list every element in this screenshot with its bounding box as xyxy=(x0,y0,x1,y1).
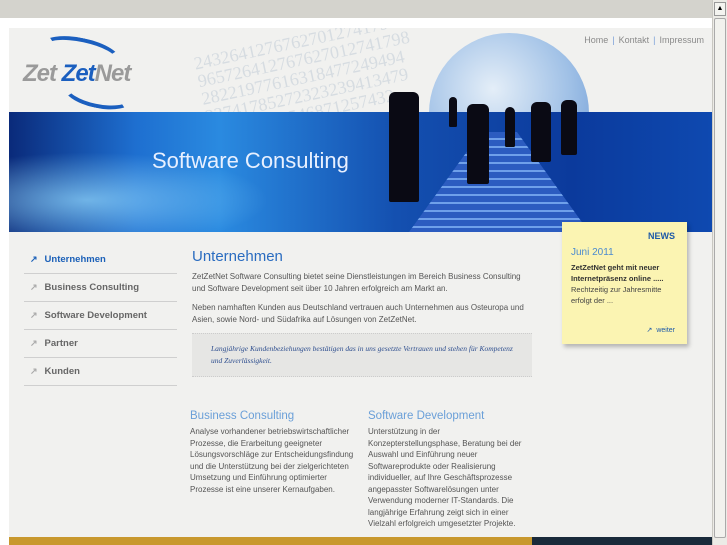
scroll-thumb[interactable] xyxy=(714,18,726,538)
person-silhouette xyxy=(505,107,515,147)
section-title[interactable]: Business Consulting xyxy=(190,410,360,422)
person-silhouette xyxy=(561,100,577,155)
page-title: Unternehmen xyxy=(192,248,283,265)
logo[interactable]: Zet ZetNet xyxy=(23,30,153,115)
quote-box: Langjährige Kundenbeziehungen bestätigen… xyxy=(192,333,532,377)
browser-toolbar xyxy=(0,0,727,18)
arrow-icon: ↗ xyxy=(30,338,38,348)
nav-home-link[interactable]: Home xyxy=(584,35,608,45)
news-headline: ZetZetNet geht mit neuer Internetpräsenz… xyxy=(571,263,664,283)
arrow-icon: ↗ xyxy=(30,310,38,320)
logo-text: Zet ZetNet xyxy=(23,60,131,87)
side-nav: ↗ Unternehmen ↗ Business Consulting ↗ Softw… xyxy=(24,246,177,386)
software-development-section: Software Development Unterstützung in de… xyxy=(368,410,528,530)
page: 2432641276762701274179821 96572641276762… xyxy=(9,28,712,545)
business-consulting-section: Business Consulting Analyse vorhandener … xyxy=(190,410,360,495)
arrow-icon: ↗ xyxy=(30,366,38,376)
footer-bar xyxy=(9,537,712,545)
person-silhouette xyxy=(531,102,551,162)
news-note: NEWS Juni 2011 ZetZetNet geht mit neuer … xyxy=(562,222,687,344)
news-tag: NEWS xyxy=(648,231,675,241)
person-silhouette xyxy=(449,97,457,127)
sidebar-item-partner[interactable]: ↗ Partner xyxy=(24,330,177,358)
top-nav: Home | Kontakt | Impressum xyxy=(584,35,704,45)
nav-kontakt-link[interactable]: Kontakt xyxy=(619,35,650,45)
intro-paragraph: ZetZetNet Software Consulting bietet sei… xyxy=(192,272,521,293)
sidebar-item-software-development[interactable]: ↗ Software Development xyxy=(24,302,177,330)
customers-paragraph: Neben namhaften Kunden aus Deutschland v… xyxy=(192,303,524,324)
banner: Software Consulting xyxy=(9,92,712,232)
arrow-icon: ↗ xyxy=(30,282,38,292)
sidebar-item-unternehmen[interactable]: ↗ Unternehmen xyxy=(24,246,177,274)
section-text: Analyse vorhandener betriebswirtschaftli… xyxy=(190,427,354,494)
main-content: Unternehmen ZetZetNet Software Consultin… xyxy=(192,248,532,377)
banner-tagline: Software Consulting xyxy=(152,148,349,173)
arrow-icon: ↗ xyxy=(646,327,653,334)
section-title[interactable]: Software Development xyxy=(368,410,528,422)
header: 2432641276762701274179821 96572641276762… xyxy=(9,28,712,232)
arrow-icon: ↗ xyxy=(30,254,38,264)
sidebar-item-business-consulting[interactable]: ↗ Business Consulting xyxy=(24,274,177,302)
news-date: Juni 2011 xyxy=(571,247,614,258)
news-teaser: Rechtzeitig zur Jahresmitte erfolgt der … xyxy=(571,285,662,305)
person-silhouette xyxy=(389,92,419,202)
nav-impressum-link[interactable]: Impressum xyxy=(659,35,704,45)
section-text: Unterstützung in der Konzepterstellungsp… xyxy=(368,427,522,528)
sidebar-item-kunden[interactable]: ↗ Kunden xyxy=(24,358,177,386)
news-more-link[interactable]: ↗ weiter xyxy=(647,326,675,334)
scroll-up-icon[interactable]: ▲ xyxy=(714,2,726,16)
vertical-scrollbar[interactable]: ▲ xyxy=(712,0,727,545)
person-silhouette xyxy=(467,104,489,184)
